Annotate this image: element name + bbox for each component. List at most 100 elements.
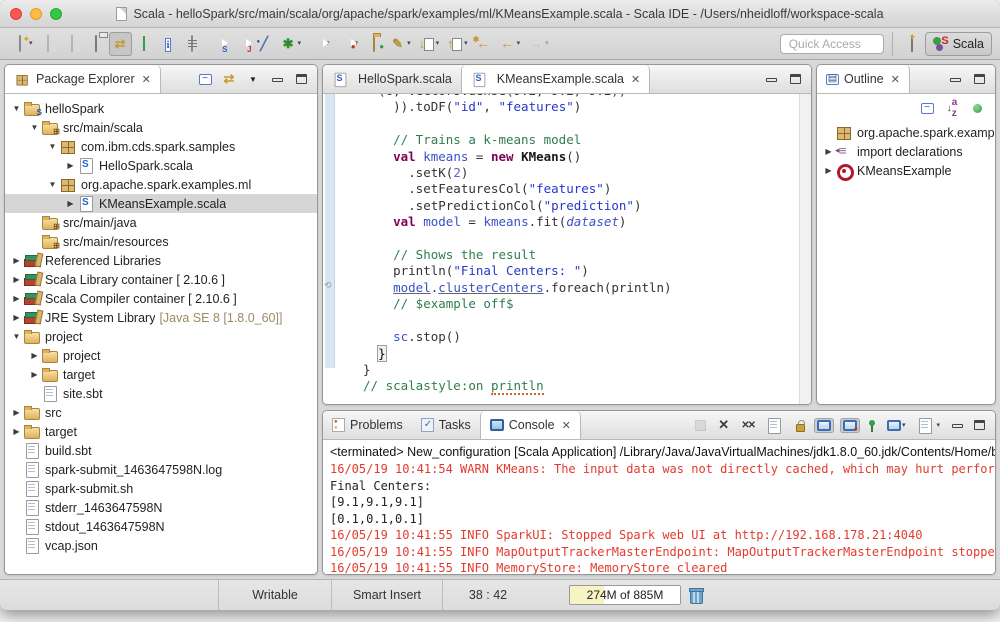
- open-perspective-button[interactable]: [901, 32, 924, 56]
- tree-item-site-sbt[interactable]: site.sbt: [5, 384, 317, 403]
- debug-dropdown[interactable]: ▾: [298, 40, 302, 47]
- save-all-button[interactable]: [61, 32, 84, 56]
- info-button[interactable]: i: [157, 32, 180, 56]
- export-dropdown[interactable]: ▾: [464, 40, 468, 47]
- close-icon[interactable]: ✕: [142, 73, 151, 86]
- tree-item-project[interactable]: ▶ project: [5, 346, 317, 365]
- last-edit-location-button[interactable]: ←: [472, 31, 495, 56]
- tree-item-hellospark[interactable]: ▼ ShelloSpark: [5, 99, 317, 118]
- editor-tab-hellospark-scala[interactable]: HelloSpark.scala: [323, 65, 461, 93]
- show-stdout-button[interactable]: [813, 417, 834, 433]
- forward-button[interactable]: → ▾: [524, 32, 552, 56]
- tree-item-scala-compiler-container-2-10-6[interactable]: ▶ Scala Compiler container [ 2.10.6 ]: [5, 289, 317, 308]
- back-dropdown[interactable]: ▾: [517, 40, 521, 47]
- export-button[interactable]: ▾: [443, 32, 471, 56]
- minimize-window-button[interactable]: [30, 7, 42, 20]
- run-junit-button[interactable]: J: [229, 32, 251, 56]
- zoom-window-button[interactable]: [50, 7, 62, 20]
- debug-button[interactable]: ✱ ▾: [277, 32, 305, 56]
- tree-item-target[interactable]: ▶ target: [5, 365, 317, 384]
- tree-item-referenced-libraries[interactable]: ▶ Referenced Libraries: [5, 251, 317, 270]
- tree-item-kmeansexample[interactable]: ▶ KMeansExample: [817, 161, 995, 181]
- tree-item-kmeansexample-scala[interactable]: ▶ KMeansExample.scala: [5, 194, 317, 213]
- tree-item-project[interactable]: ▼ project: [5, 327, 317, 346]
- import-button[interactable]: ▾: [415, 32, 443, 56]
- format-dropdown[interactable]: ▾: [407, 40, 411, 47]
- print-button[interactable]: [85, 32, 108, 56]
- open-console-dropdown[interactable]: ▾: [936, 422, 940, 429]
- tree-item-src-main-scala[interactable]: ▼ ⊞ src/main/scala: [5, 118, 317, 137]
- overview-ruler[interactable]: [799, 94, 811, 404]
- tab-outline[interactable]: ▤ Outline ✕: [817, 65, 910, 93]
- scala-perspective-button[interactable]: S Scala: [924, 31, 992, 56]
- console-view-tab-problems[interactable]: Problems: [323, 411, 412, 439]
- run-external-button[interactable]: ▾: [334, 32, 362, 56]
- collapse-all-button[interactable]: −: [197, 71, 213, 87]
- mark-occurrences-button[interactable]: [253, 32, 276, 56]
- expanded-arrow-icon[interactable]: ▼: [9, 332, 24, 341]
- tree-item-com-ibm-cds-spark-samples[interactable]: ▼ com.ibm.cds.spark.samples: [5, 137, 317, 156]
- console-view-tab-tasks[interactable]: Tasks: [412, 411, 480, 439]
- tree-item-spark-submit-sh[interactable]: spark-submit.sh: [5, 479, 317, 498]
- tree-item-scala-library-container-2-10-6[interactable]: ▶ Scala Library container [ 2.10.6 ]: [5, 270, 317, 289]
- pin-console-button[interactable]: [866, 420, 878, 432]
- remove-all-terminated-button[interactable]: ✕✕: [738, 418, 757, 433]
- tree-item-target[interactable]: ▶ target: [5, 422, 317, 441]
- save-button[interactable]: [37, 32, 60, 56]
- tree-item-import-declarations[interactable]: ▶ import declarations: [817, 142, 995, 161]
- minimize-button[interactable]: [763, 71, 779, 87]
- tree-item-src-main-java[interactable]: ⊞ src/main/java: [5, 213, 317, 232]
- collapsed-arrow-icon[interactable]: ▶: [9, 275, 24, 284]
- collapsed-arrow-icon[interactable]: ▶: [821, 147, 836, 156]
- scroll-lock-button[interactable]: [793, 417, 808, 434]
- tree-item-src-main-resources[interactable]: ⊞ src/main/resources: [5, 232, 317, 251]
- tree-item-build-sbt[interactable]: build.sbt: [5, 441, 317, 460]
- collapsed-arrow-icon[interactable]: ▶: [9, 408, 24, 417]
- code-editor[interactable]: ⟲ (6, Vectors.dense(9.2, 9.2, 9.2)) )).t…: [323, 94, 811, 404]
- maximize-button[interactable]: [971, 71, 987, 87]
- tree-item-vcap-json[interactable]: vcap.json: [5, 536, 317, 555]
- tree-item-jre-system-library[interactable]: ▶ JRE System Library [Java SE 8 [1.8.0_60]…: [5, 308, 317, 327]
- editor-tab-kmeansexample-scala[interactable]: KMeansExample.scala ✕: [460, 65, 651, 93]
- close-icon[interactable]: ✕: [631, 73, 640, 86]
- collapsed-arrow-icon[interactable]: ▶: [63, 161, 78, 170]
- back-button[interactable]: ← ▾: [496, 32, 524, 56]
- format-button[interactable]: ▾: [386, 32, 414, 56]
- show-stderr-button[interactable]: [839, 417, 860, 433]
- console-view-tab-console[interactable]: Console ✕: [479, 411, 581, 439]
- collapsed-arrow-icon[interactable]: ▶: [9, 313, 24, 322]
- close-window-button[interactable]: [10, 7, 22, 20]
- new-wizard-button[interactable]: ▾: [8, 32, 36, 56]
- tree-item-spark-submit-1463647598n-log[interactable]: spark-submit_1463647598N.log: [5, 460, 317, 479]
- close-icon[interactable]: ✕: [562, 419, 571, 432]
- collapsed-arrow-icon[interactable]: ▶: [9, 294, 24, 303]
- console-output[interactable]: <terminated> New_configuration [Scala Ap…: [323, 440, 995, 574]
- display-console-dropdown[interactable]: ▾: [902, 422, 906, 429]
- remove-launch-button[interactable]: ✕: [715, 415, 732, 435]
- link-with-editor-button[interactable]: ⇄: [221, 71, 237, 87]
- close-icon[interactable]: ✕: [891, 73, 900, 86]
- expanded-arrow-icon[interactable]: ▼: [45, 180, 60, 189]
- expanded-arrow-icon[interactable]: ▼: [27, 123, 42, 132]
- sort-button[interactable]: ↓ a z: [944, 97, 960, 119]
- hide-fields-button[interactable]: [969, 100, 985, 116]
- run-scala-app-button[interactable]: S: [205, 32, 227, 56]
- expanded-arrow-icon[interactable]: ▼: [9, 104, 24, 113]
- import-dropdown[interactable]: ▾: [436, 40, 440, 47]
- terminate-button[interactable]: [692, 418, 709, 433]
- tree-item-stdout-1463647598n[interactable]: stdout_1463647598N: [5, 517, 317, 536]
- tree-item-stderr-1463647598n[interactable]: stderr_1463647598N: [5, 498, 317, 517]
- tree-item-hellospark-scala[interactable]: ▶ HelloSpark.scala: [5, 156, 317, 175]
- maximize-button[interactable]: [293, 71, 309, 87]
- collapsed-arrow-icon[interactable]: ▶: [9, 256, 24, 265]
- open-type-button[interactable]: [181, 32, 204, 56]
- quick-access-input[interactable]: [779, 33, 884, 54]
- outline-collapse-all-button[interactable]: −: [919, 100, 935, 116]
- forward-dropdown[interactable]: ▾: [545, 40, 549, 47]
- collapsed-arrow-icon[interactable]: ▶: [27, 370, 42, 379]
- maximize-button[interactable]: [971, 417, 987, 433]
- run-button[interactable]: ▾: [305, 32, 333, 56]
- minimize-button[interactable]: [949, 417, 965, 433]
- tab-package-explorer[interactable]: Package Explorer ✕: [5, 65, 161, 93]
- collapsed-arrow-icon[interactable]: ▶: [27, 351, 42, 360]
